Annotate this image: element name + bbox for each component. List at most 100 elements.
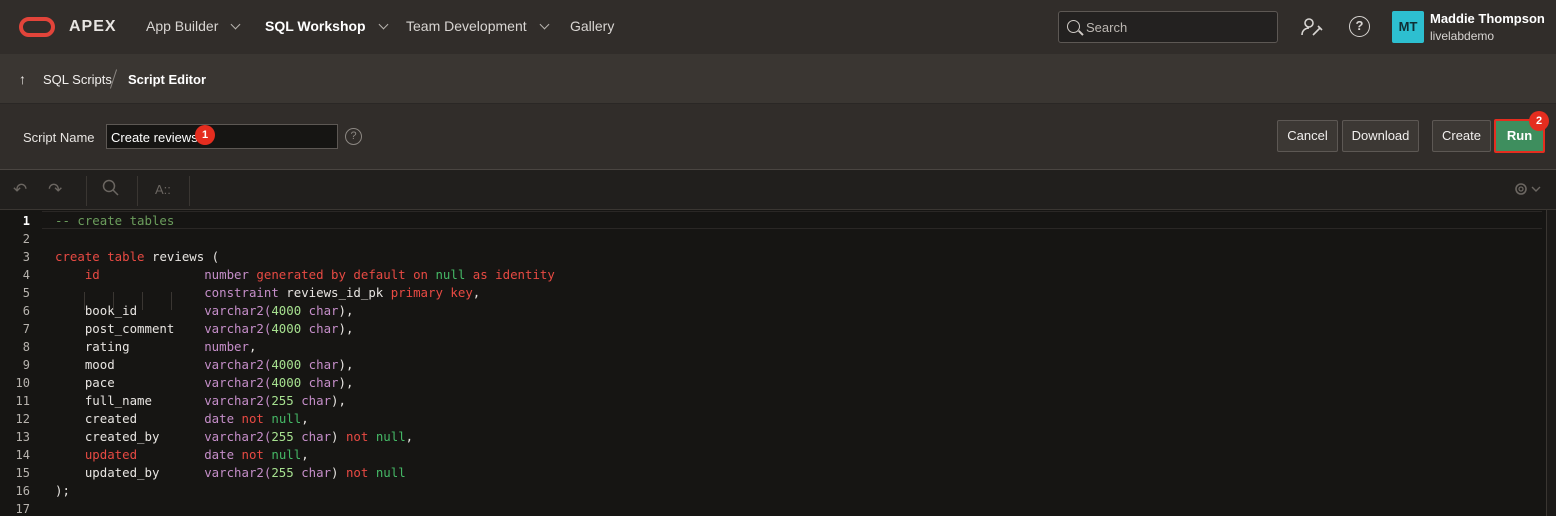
code-editor[interactable]: 1 2 3 4 5 6 7 8 9 10 11 12 13 14 15 16 17 -- create tabl… [0,210,1556,516]
code-token: create table [55,249,145,264]
nav-gallery[interactable]: Gallery [570,18,614,34]
chevron-down-icon [230,19,241,29]
code-line[interactable]: updated date not null, [55,446,309,464]
code-token: varchar2( [204,429,272,444]
line-number: 16 [15,484,30,498]
script-name-input[interactable]: Create reviews [106,124,338,149]
code-token: rating [55,339,205,354]
app-logo-text[interactable]: APEX [69,18,117,36]
code-line[interactable]: id number generated by default on null a… [55,266,555,284]
script-name-label: Script Name [23,130,95,145]
line-number: 9 [22,358,30,372]
step-badge-1: 1 [195,125,215,145]
help-icon[interactable]: ? [345,128,362,145]
chevron-down-icon [539,19,550,29]
find-icon[interactable] [102,179,120,202]
code-token: 4000 [271,357,302,372]
code-token: null [271,411,302,426]
code-token: ) [331,465,346,480]
line-number: 4 [22,268,30,282]
code-line[interactable]: rating number, [55,338,257,356]
code-token: 255 [271,429,294,444]
code-token: char [301,321,339,336]
up-arrow-icon[interactable]: ↑ [19,71,26,87]
line-number: 14 [15,448,30,462]
code-line[interactable]: created_by varchar2(255 char) not null, [55,428,413,446]
code-line[interactable]: full_name varchar2(255 char), [55,392,346,410]
undo-icon[interactable]: ↶ [13,180,27,200]
code-line[interactable]: create table reviews ( [55,248,219,266]
code-token: ); [55,483,70,498]
administration-icon[interactable] [1300,15,1324,39]
code-token: not [345,429,376,444]
code-token: , [301,411,309,426]
line-number: 15 [15,466,30,480]
step-badge-2: 2 [1529,111,1549,131]
code-line[interactable]: created date not null, [55,410,309,428]
code-token: varchar2( [204,303,272,318]
code-token: varchar2( [204,375,272,390]
code-token: not [234,411,272,426]
code-token: ), [331,393,346,408]
nav-label: Team Development [406,18,527,34]
help-icon[interactable]: ? [1349,16,1370,37]
oracle-logo-icon[interactable] [19,17,55,37]
cancel-button[interactable]: Cancel [1277,120,1338,152]
code-token: full_name [55,393,205,408]
line-number: 10 [15,376,30,390]
text-format-icon[interactable]: A:: [155,182,171,197]
search-icon [1067,20,1080,33]
code-token: mood [55,357,205,372]
line-number: 13 [15,430,30,444]
create-button[interactable]: Create [1432,120,1491,152]
nav-app-builder[interactable]: App Builder [146,18,241,34]
code-line[interactable]: mood varchar2(4000 char), [55,356,354,374]
code-token: varchar2( [204,465,272,480]
search-input[interactable]: Search [1058,11,1278,43]
breadcrumb-sql-scripts[interactable]: SQL Scripts [43,72,112,87]
redo-icon[interactable]: ↷ [48,180,62,200]
code-token: char [301,303,339,318]
code-token: 255 [271,465,294,480]
line-number-gutter: 1 2 3 4 5 6 7 8 9 10 11 12 13 14 15 16 17 [0,210,42,516]
indent-guide [113,292,114,310]
code-token: ) [331,429,346,444]
code-line[interactable]: -- create tables [55,212,174,230]
download-button[interactable]: Download [1342,120,1419,152]
code-token: date [204,411,235,426]
code-token: char [293,429,332,444]
code-token: number [204,267,249,282]
code-token: -- create tables [55,213,175,228]
search-placeholder: Search [1086,20,1128,35]
code-token: char [293,393,332,408]
user-workspace: livelabdemo [1430,29,1495,43]
code-line[interactable]: book_id varchar2(4000 char), [55,302,354,320]
code-line[interactable]: pace varchar2(4000 char), [55,374,354,392]
code-token: null [375,429,406,444]
code-token: primary key [390,285,473,300]
code-line[interactable]: updated_by varchar2(255 char) not null [55,464,406,482]
code-token: , [472,285,481,300]
code-line[interactable]: ); [55,482,70,500]
indent-guide [171,292,172,310]
editor-scrollbar[interactable] [1546,210,1556,516]
code-token: updated [84,447,138,462]
code-line[interactable]: constraint reviews_id_pk primary key, [55,284,480,302]
code-token: ), [338,321,354,336]
code-token: char [293,465,332,480]
code-token: created_by [55,429,205,444]
code-line[interactable]: post_comment varchar2(4000 char), [55,320,354,338]
nav-label: App Builder [146,18,219,34]
code-token: ), [338,357,354,372]
avatar[interactable]: MT [1392,11,1424,43]
code-token: 4000 [271,375,302,390]
code-token: reviews_id_pk [278,285,391,300]
user-name[interactable]: Maddie Thompson [1430,11,1545,26]
line-number: 7 [22,322,30,336]
nav-sql-workshop[interactable]: SQL Workshop [265,18,389,34]
nav-team-development[interactable]: Team Development [406,18,550,34]
code-token: number [204,339,249,354]
settings-icon[interactable] [1512,179,1542,204]
